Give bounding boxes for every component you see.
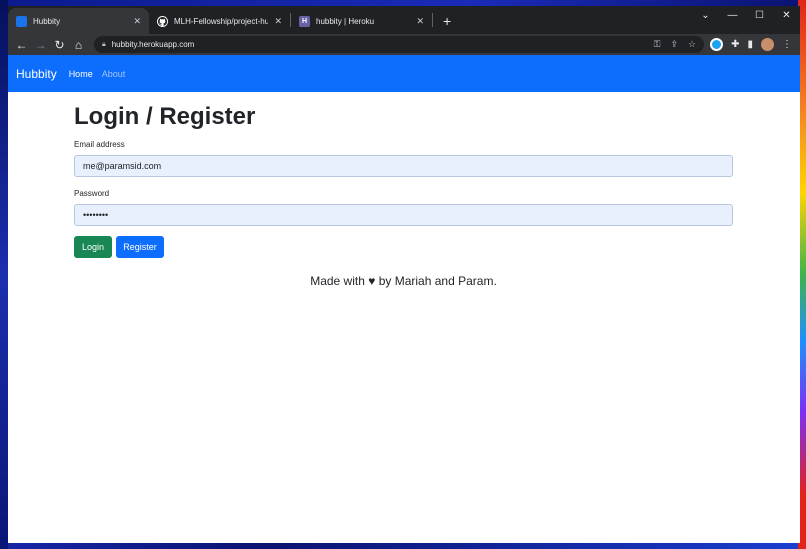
close-icon[interactable]: ✕	[133, 16, 141, 27]
forward-icon[interactable]: →	[31, 38, 50, 52]
password-field[interactable]: ••••••••	[74, 204, 733, 226]
footer-text: Made with ♥ by Mariah and Param.	[74, 274, 733, 288]
url-text: hubbity.herokuapp.com	[111, 40, 195, 49]
browser-window: Hubbity ✕ MLH-Fellowship/project-hubbity…	[8, 6, 800, 543]
app-navbar: Hubbity Home About	[8, 55, 800, 92]
puzzle-icon[interactable]: ✚	[731, 39, 739, 50]
tab-title: hubbity | Heroku	[316, 16, 375, 26]
login-button[interactable]: Login	[74, 236, 112, 258]
extensions-area: ✚ ▮ ⋮	[710, 38, 796, 51]
tab-github[interactable]: MLH-Fellowship/project-hubbity ✕	[149, 8, 290, 34]
home-icon[interactable]: ⌂	[69, 38, 88, 52]
tab-search-icon[interactable]: ⌄	[692, 6, 719, 28]
extension-icon[interactable]	[710, 38, 724, 51]
email-field[interactable]: me@paramsid.com	[74, 155, 733, 177]
email-value: me@paramsid.com	[83, 161, 162, 171]
tab-title: MLH-Fellowship/project-hubbity	[174, 16, 269, 26]
address-bar[interactable]: 🔒︎ hubbity.herokuapp.com ⚿ ⇪ ☆	[94, 36, 705, 53]
heroku-icon: H	[299, 15, 310, 27]
hubbity-favicon-icon	[16, 15, 27, 27]
tab-strip: Hubbity ✕ MLH-Fellowship/project-hubbity…	[8, 6, 800, 34]
tab-hubbity[interactable]: Hubbity ✕	[8, 8, 149, 34]
page-title: Login / Register	[74, 103, 256, 130]
browser-toolbar: ← → ↻ ⌂ 🔒︎ hubbity.herokuapp.com ⚿ ⇪ ☆ ✚…	[8, 34, 800, 55]
new-tab-button[interactable]: +	[433, 8, 461, 34]
brand-link[interactable]: Hubbity	[16, 67, 57, 81]
side-panel-icon[interactable]: ▮	[747, 39, 753, 50]
close-icon[interactable]: ✕	[416, 16, 424, 27]
password-value: ••••••••	[83, 210, 109, 220]
reload-icon[interactable]: ↻	[50, 38, 69, 52]
footer-prefix: Made with	[310, 274, 365, 288]
back-icon[interactable]: ←	[12, 38, 31, 52]
window-controls: ⌄ — ☐ ✕	[692, 6, 800, 28]
tab-title: Hubbity	[33, 16, 61, 26]
email-label: Email address	[74, 140, 125, 149]
tab-heroku[interactable]: H hubbity | Heroku ✕	[291, 8, 432, 34]
login-form-container: Login / Register Email address me@params…	[74, 102, 733, 288]
avatar[interactable]	[761, 38, 774, 51]
key-icon[interactable]: ⚿	[654, 39, 661, 50]
github-icon	[157, 15, 168, 27]
maximize-icon[interactable]: ☐	[746, 6, 773, 28]
close-icon[interactable]: ✕	[274, 16, 282, 27]
menu-icon[interactable]: ⋮	[782, 39, 792, 50]
register-button[interactable]: Register	[116, 236, 164, 258]
nav-about[interactable]: About	[102, 69, 126, 79]
lock-icon[interactable]: 🔒︎	[102, 41, 106, 49]
form-buttons: Login Register	[74, 236, 733, 258]
heart-icon: ♥	[368, 274, 376, 288]
password-label: Password	[74, 189, 110, 198]
minimize-icon[interactable]: —	[719, 6, 746, 28]
desktop-background-left	[0, 0, 8, 549]
close-window-icon[interactable]: ✕	[773, 6, 800, 28]
nav-home[interactable]: Home	[69, 69, 93, 79]
footer-suffix: by Mariah and Param.	[378, 274, 497, 288]
share-icon[interactable]: ⇪	[670, 39, 678, 50]
bookmark-star-icon[interactable]: ☆	[688, 39, 696, 50]
